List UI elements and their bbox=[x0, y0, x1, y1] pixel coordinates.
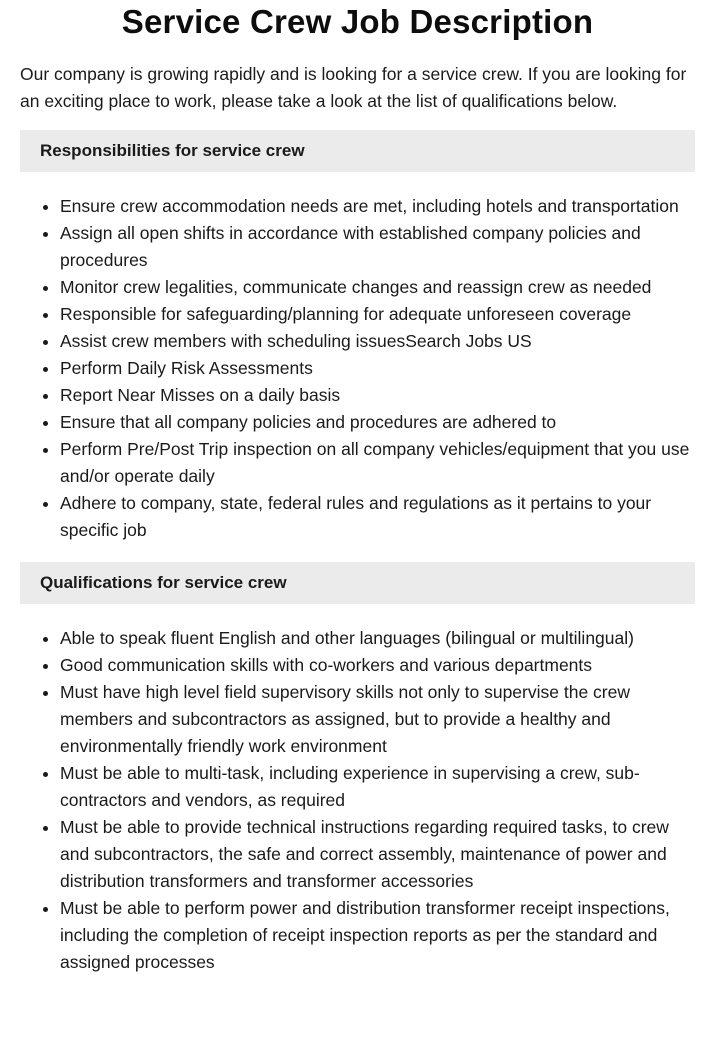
list-item: Assign all open shifts in accordance wit… bbox=[60, 220, 695, 274]
list-item: Ensure crew accommodation needs are met,… bbox=[60, 193, 695, 220]
list-item: Able to speak fluent English and other l… bbox=[60, 625, 695, 652]
qualifications-header: Qualifications for service crew bbox=[20, 562, 695, 604]
responsibilities-header: Responsibilities for service crew bbox=[20, 130, 695, 172]
list-item: Ensure that all company policies and pro… bbox=[60, 409, 695, 436]
list-item: Must be able to perform power and distri… bbox=[60, 895, 695, 976]
list-item: Good communication skills with co-worker… bbox=[60, 652, 695, 679]
list-item: Perform Pre/Post Trip inspection on all … bbox=[60, 436, 695, 490]
intro-paragraph: Our company is growing rapidly and is lo… bbox=[20, 64, 687, 111]
list-item: Must have high level field supervisory s… bbox=[60, 679, 695, 760]
list-item: Report Near Misses on a daily basis bbox=[60, 382, 695, 409]
list-item: Adhere to company, state, federal rules … bbox=[60, 490, 695, 544]
list-item: Responsible for safeguarding/planning fo… bbox=[60, 301, 695, 328]
qualifications-list: Able to speak fluent English and other l… bbox=[20, 625, 695, 976]
list-item: Perform Daily Risk Assessments bbox=[60, 355, 695, 382]
page-title: Service Crew Job Description bbox=[121, 3, 594, 40]
responsibilities-list: Ensure crew accommodation needs are met,… bbox=[20, 193, 695, 544]
job-description-page: Service Crew Job Description Our company… bbox=[0, 0, 720, 976]
list-item: Assist crew members with scheduling issu… bbox=[60, 328, 695, 355]
list-item: Must be able to provide technical instru… bbox=[60, 814, 695, 895]
list-item: Must be able to multi-task, including ex… bbox=[60, 760, 695, 814]
list-item: Monitor crew legalities, communicate cha… bbox=[60, 274, 695, 301]
